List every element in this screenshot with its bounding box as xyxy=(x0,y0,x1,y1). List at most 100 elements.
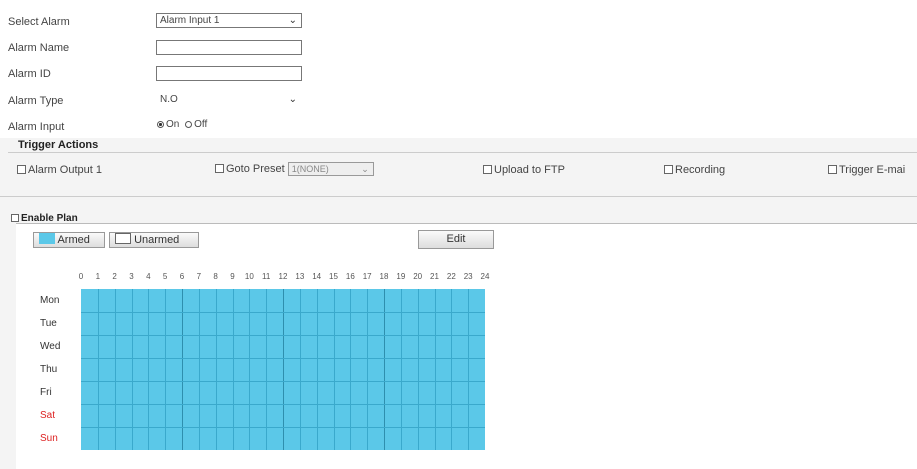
grid-hour-line xyxy=(283,289,284,450)
alarm-id-label: Alarm ID xyxy=(8,68,51,80)
edit-button[interactable]: Edit xyxy=(418,230,494,249)
schedule-grid[interactable] xyxy=(81,289,485,450)
hour-label: 12 xyxy=(278,272,288,281)
grid-hour-line xyxy=(249,289,251,450)
day-label: Fri xyxy=(40,386,52,398)
armed-button[interactable]: Armed xyxy=(33,232,105,248)
upload-ftp-option[interactable]: Upload to FTP xyxy=(483,164,565,176)
recording-checkbox[interactable] xyxy=(664,165,673,174)
grid-hour-line xyxy=(451,289,453,450)
hour-label: 24 xyxy=(480,272,490,281)
unarmed-button[interactable]: Unarmed xyxy=(109,232,199,248)
grid-day-line xyxy=(81,335,485,336)
hour-label: 7 xyxy=(196,272,202,281)
enable-plan-checkbox[interactable] xyxy=(11,214,19,222)
armed-label: Armed xyxy=(57,234,90,246)
grid-hour-line xyxy=(114,289,116,450)
alarm-output-checkbox[interactable] xyxy=(17,165,26,174)
grid-hour-line xyxy=(165,289,167,450)
trigger-email-checkbox[interactable] xyxy=(828,165,837,174)
chevron-down-icon: ⌄ xyxy=(288,94,297,105)
hour-label: 4 xyxy=(146,272,151,281)
alarm-type-value: N.O xyxy=(160,94,178,105)
unarmed-label: Unarmed xyxy=(134,234,180,246)
grid-hour-line xyxy=(316,289,318,450)
hour-label: 1 xyxy=(95,272,101,281)
day-label: Sat xyxy=(40,409,56,421)
alarm-input-radio-group: On Off xyxy=(157,119,207,130)
enable-plan-label: Enable Plan xyxy=(21,213,78,224)
hour-label: 23 xyxy=(463,272,473,281)
preset-select[interactable]: 1(NONE) ⌄ xyxy=(287,162,374,176)
unarmed-swatch xyxy=(115,233,131,244)
goto-preset-checkbox[interactable] xyxy=(215,163,224,173)
hour-label: 18 xyxy=(379,272,389,281)
alarm-output-option[interactable]: Alarm Output 1 xyxy=(17,164,102,176)
day-label: Wed xyxy=(40,340,61,352)
enable-plan-title: Enable Plan xyxy=(11,213,78,224)
grid-hour-line xyxy=(215,289,217,450)
alarm-input-on-radio[interactable] xyxy=(157,121,164,128)
hour-label: 10 xyxy=(244,272,254,281)
grid-hour-line xyxy=(417,289,419,450)
chevron-down-icon: ⌄ xyxy=(361,164,369,174)
hour-label: 14 xyxy=(312,272,322,281)
hour-label: 9 xyxy=(230,272,235,281)
alarm-input-on-label: On xyxy=(166,119,180,130)
grid-hour-line xyxy=(350,289,352,450)
alarm-name-field[interactable] xyxy=(156,40,302,55)
hour-label: 22 xyxy=(446,272,456,281)
trigger-divider xyxy=(8,152,917,153)
hour-label: 3 xyxy=(129,272,134,281)
hour-label: 11 xyxy=(262,272,271,281)
alarm-type-dropdown[interactable]: N.O ⌄ xyxy=(156,92,302,107)
chevron-down-icon: ⌄ xyxy=(288,15,297,26)
grid-hour-line xyxy=(434,289,436,450)
grid-hour-line xyxy=(232,289,234,450)
hour-label: 5 xyxy=(162,272,168,281)
alarm-input-off-radio[interactable] xyxy=(185,121,193,128)
recording-label: Recording xyxy=(675,164,726,176)
grid-hour-line xyxy=(148,289,150,450)
select-alarm-dropdown[interactable]: Alarm Input 1 ⌄ xyxy=(156,13,302,28)
recording-option[interactable]: Recording xyxy=(664,164,725,176)
goto-preset-option[interactable]: Goto Preset 1(NONE) ⌄ xyxy=(215,162,374,176)
grid-day-line xyxy=(81,358,485,359)
alarm-settings-panel xyxy=(0,0,917,138)
hour-label: 21 xyxy=(430,272,439,281)
grid-hour-line xyxy=(367,289,369,450)
trigger-email-label: Trigger E-mai xyxy=(839,164,906,176)
alarm-output-label: Alarm Output 1 xyxy=(28,164,102,176)
grid-hour-line xyxy=(198,289,200,450)
hour-label: 20 xyxy=(413,272,423,281)
hour-label: 6 xyxy=(179,272,185,281)
grid-hour-line xyxy=(182,289,183,450)
day-label: Tue xyxy=(40,317,57,329)
hour-label: 8 xyxy=(213,272,218,281)
day-label: Thu xyxy=(40,363,58,375)
upload-ftp-label: Upload to FTP xyxy=(494,164,565,176)
hour-label: 13 xyxy=(295,272,305,281)
hour-label: 0 xyxy=(78,272,84,281)
day-label: Sun xyxy=(40,432,58,444)
hour-label: 16 xyxy=(345,272,355,281)
grid-hour-line xyxy=(384,289,385,450)
upload-ftp-checkbox[interactable] xyxy=(483,165,492,174)
grid-hour-line xyxy=(400,289,402,450)
alarm-id-field[interactable] xyxy=(156,66,302,81)
grid-day-line xyxy=(81,381,485,382)
alarm-input-off-label: Off xyxy=(194,119,208,130)
section-divider xyxy=(0,196,917,197)
day-label: Mon xyxy=(40,294,60,306)
armed-swatch xyxy=(39,233,55,244)
grid-hour-line xyxy=(333,289,335,450)
trigger-actions-title: Trigger Actions xyxy=(18,139,99,151)
select-alarm-value: Alarm Input 1 xyxy=(160,15,220,26)
grid-day-line xyxy=(81,427,485,428)
select-alarm-label: Select Alarm xyxy=(8,16,70,28)
alarm-input-label: Alarm Input xyxy=(8,121,65,133)
hour-label: 19 xyxy=(396,272,406,281)
trigger-email-option[interactable]: Trigger E-mai xyxy=(828,164,905,176)
hour-label: 17 xyxy=(362,272,372,281)
hour-label: 15 xyxy=(329,272,338,281)
